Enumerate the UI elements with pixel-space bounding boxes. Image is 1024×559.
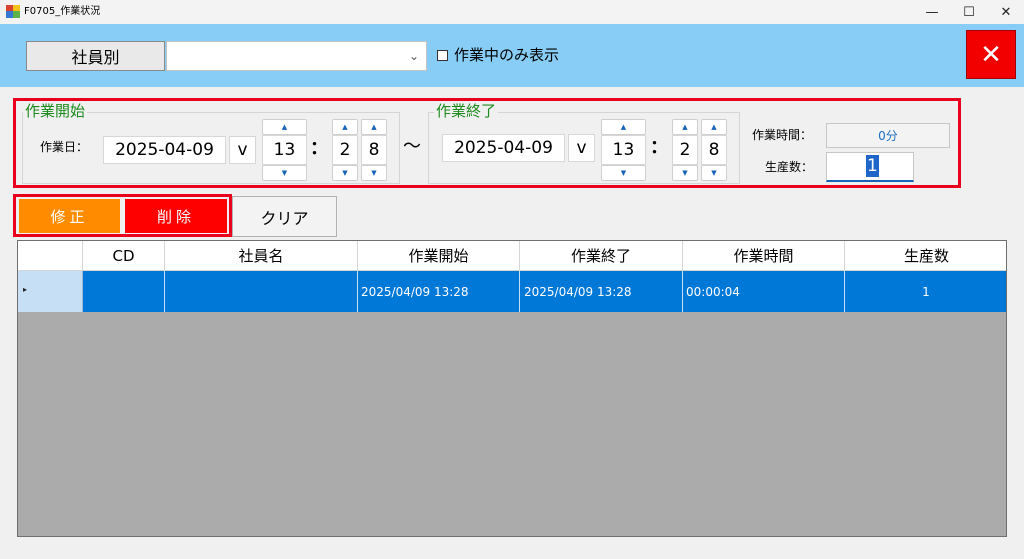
close-form-button[interactable]: ✕ bbox=[966, 30, 1016, 79]
window-title: F0705_作業状況 bbox=[24, 6, 101, 17]
end-minute-tens-down-button[interactable]: ▼ bbox=[672, 165, 698, 181]
range-separator: ～ bbox=[403, 136, 421, 157]
arrow-up-icon: ▲ bbox=[711, 123, 717, 131]
start-group-title: 作業開始 bbox=[23, 102, 88, 120]
column-header-employee-name[interactable]: 社員名 bbox=[165, 241, 358, 271]
active-only-checkbox[interactable] bbox=[437, 50, 448, 61]
column-header-count[interactable]: 生産数 bbox=[845, 241, 1006, 271]
start-minute-tens-up-button[interactable]: ▲ bbox=[332, 119, 358, 135]
column-header-duration[interactable]: 作業時間 bbox=[683, 241, 845, 271]
end-time-colon: ： bbox=[650, 137, 668, 158]
end-minute-ones-field[interactable]: 8 bbox=[701, 135, 727, 165]
minimize-icon: — bbox=[925, 4, 939, 20]
cell-start[interactable]: 2025/04/09 13:28 bbox=[358, 271, 520, 312]
grid-corner-header bbox=[18, 241, 83, 271]
start-hour-up-button[interactable]: ▲ bbox=[262, 119, 307, 135]
end-minute-tens-field[interactable]: 2 bbox=[672, 135, 698, 165]
start-minute-ones-up-button[interactable]: ▲ bbox=[361, 119, 387, 135]
cell-duration[interactable]: 00:00:04 bbox=[683, 271, 845, 312]
active-only-label: 作業中のみ表示 bbox=[454, 46, 560, 64]
maximize-button[interactable]: ☐ bbox=[951, 0, 987, 24]
chevron-down-icon: ⌄ bbox=[408, 49, 419, 63]
column-header-start[interactable]: 作業開始 bbox=[358, 241, 520, 271]
edit-button[interactable]: 修正 bbox=[19, 199, 120, 233]
production-label: 生産数： bbox=[765, 160, 814, 174]
work-status-grid[interactable]: CD 社員名 作業開始 作業終了 作業時間 生産数 ▸ 2025/04/09 1… bbox=[17, 240, 1007, 537]
column-header-end[interactable]: 作業終了 bbox=[520, 241, 683, 271]
work-time-label: 作業時間： bbox=[752, 128, 813, 142]
end-hour-down-button[interactable]: ▼ bbox=[601, 165, 646, 181]
production-count-field[interactable]: 1 bbox=[826, 152, 914, 182]
arrow-up-icon: ▲ bbox=[682, 123, 688, 131]
end-minute-ones-down-button[interactable]: ▼ bbox=[701, 165, 727, 181]
cell-end[interactable]: 2025/04/09 13:28 bbox=[520, 271, 683, 312]
end-date-dropdown[interactable]: v bbox=[568, 134, 595, 162]
maximize-icon: ☐ bbox=[963, 4, 975, 20]
work-date-label: 作業日： bbox=[40, 140, 89, 154]
clear-button[interactable]: クリア bbox=[232, 196, 337, 237]
app-icon bbox=[6, 5, 20, 18]
end-date-field[interactable]: 2025-04-09 bbox=[442, 134, 565, 162]
arrow-down-icon: ▼ bbox=[371, 169, 377, 177]
arrow-up-icon: ▲ bbox=[281, 123, 288, 131]
start-minute-tens-field[interactable]: 2 bbox=[332, 135, 358, 165]
arrow-up-icon: ▲ bbox=[342, 123, 348, 131]
end-minute-ones-up-button[interactable]: ▲ bbox=[701, 119, 727, 135]
start-minute-ones-field[interactable]: 8 bbox=[361, 135, 387, 165]
work-time-field: 0分 bbox=[826, 123, 950, 148]
employee-select[interactable]: ⌄ bbox=[166, 41, 427, 71]
employee-filter-button[interactable]: 社員別 bbox=[26, 41, 165, 71]
start-hour-down-button[interactable]: ▼ bbox=[262, 165, 307, 181]
cell-employee-name[interactable] bbox=[165, 271, 358, 312]
end-group-title: 作業終了 bbox=[434, 102, 499, 120]
arrow-down-icon: ▼ bbox=[281, 169, 288, 177]
start-minute-ones-down-button[interactable]: ▼ bbox=[361, 165, 387, 181]
row-indicator-icon: ▸ bbox=[23, 285, 28, 294]
grid-header: CD 社員名 作業開始 作業終了 作業時間 生産数 bbox=[18, 241, 1006, 271]
arrow-down-icon: ▼ bbox=[682, 169, 688, 177]
end-minute-tens-up-button[interactable]: ▲ bbox=[672, 119, 698, 135]
title-bar bbox=[0, 0, 1024, 24]
end-hour-up-button[interactable]: ▲ bbox=[601, 119, 646, 135]
arrow-down-icon: ▼ bbox=[342, 169, 348, 177]
production-count-value: 1 bbox=[866, 155, 879, 177]
window-close-button[interactable]: ✕ bbox=[988, 0, 1024, 24]
start-date-field[interactable]: 2025-04-09 bbox=[103, 136, 226, 164]
cell-count[interactable]: 1 bbox=[845, 271, 1006, 312]
end-hour-field[interactable]: 13 bbox=[601, 135, 646, 165]
table-row[interactable]: ▸ 2025/04/09 13:28 2025/04/09 13:28 00:0… bbox=[18, 271, 1006, 312]
delete-button[interactable]: 削除 bbox=[125, 199, 227, 233]
close-icon: ✕ bbox=[980, 39, 1002, 70]
arrow-up-icon: ▲ bbox=[620, 123, 627, 131]
arrow-down-icon: ▼ bbox=[620, 169, 627, 177]
close-icon: ✕ bbox=[1000, 4, 1012, 20]
row-header[interactable]: ▸ bbox=[18, 271, 83, 312]
arrow-down-icon: ▼ bbox=[711, 169, 717, 177]
arrow-up-icon: ▲ bbox=[371, 123, 377, 131]
start-time-colon: ： bbox=[310, 138, 328, 159]
cell-cd[interactable] bbox=[83, 271, 165, 312]
column-header-cd[interactable]: CD bbox=[83, 241, 165, 271]
start-minute-tens-down-button[interactable]: ▼ bbox=[332, 165, 358, 181]
start-hour-field[interactable]: 13 bbox=[262, 135, 307, 165]
minimize-button[interactable]: — bbox=[914, 0, 950, 24]
start-date-dropdown[interactable]: v bbox=[229, 136, 256, 164]
